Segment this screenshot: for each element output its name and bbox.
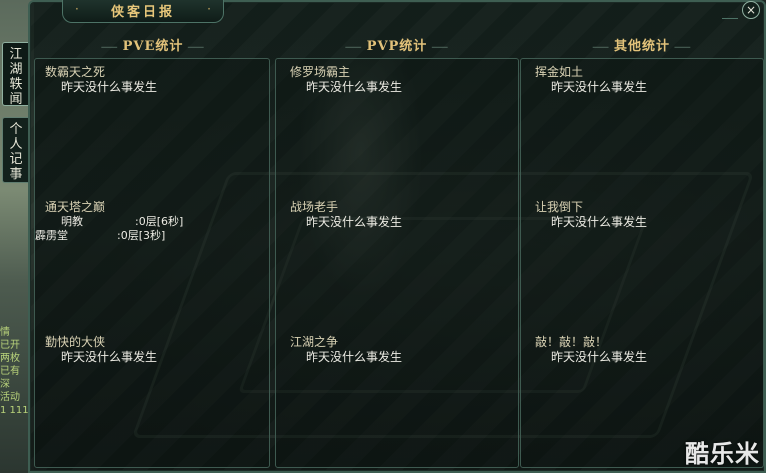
stat-value: 昨天没什么事发生 — [551, 350, 648, 364]
stat-title: 挥金如土 — [535, 65, 584, 79]
stat-title: 通天塔之巅 — [45, 200, 106, 214]
title-plate: · 侠客日报 · — [62, 0, 224, 23]
pve-stats-header-label: PVE统计 — [122, 39, 184, 54]
close-ornament — [722, 4, 738, 19]
tab-personal-notes-label: 个人记事 — [9, 122, 23, 182]
stat-value: 昨天没什么事发生 — [306, 215, 403, 229]
stat-value: 昨天没什么事发生 — [61, 350, 158, 364]
site-watermark: 酷乐米 — [685, 440, 760, 468]
header-ornament-right: ⸺ — [674, 42, 692, 53]
stat-title: 勤快的大侠 — [45, 335, 106, 349]
header-ornament-right: ⸺ — [187, 42, 206, 53]
other-stats-header-label: 其他统计 — [613, 39, 670, 54]
stat-title: 修罗场霸主 — [290, 65, 351, 79]
record-label: 明教 — [61, 215, 83, 228]
tab-jianghu-news-label: 江湖轶闻 — [9, 47, 23, 107]
pvp-stats-header: ⸺ PVP统计 ⸺ — [275, 35, 519, 54]
tab-jianghu-news[interactable]: 江湖轶闻 — [2, 42, 29, 107]
game-screen: 江湖轶闻 个人记事 情 已开 两枚 已有 深 活动 1 111 · 侠客日报 ·… — [0, 0, 766, 473]
stat-value: 昨天没什么事发生 — [551, 80, 648, 94]
header-ornament-right: ⸺ — [431, 42, 450, 53]
record-value: :0层[3秒] — [117, 229, 166, 242]
stat-title: 江湖之争 — [290, 335, 339, 349]
header-ornament-left: ⸺ — [344, 42, 363, 53]
stat-title: 战场老手 — [290, 200, 339, 214]
stat-value: 昨天没什么事发生 — [306, 80, 403, 94]
stat-value: 昨天没什么事发生 — [306, 350, 403, 364]
pvp-stats-panel: 修罗场霸主 昨天没什么事发生 战场老手 昨天没什么事发生 江湖之争 昨天没什么事… — [275, 58, 519, 468]
stat-title: 让我倒下 — [535, 200, 584, 214]
close-button[interactable]: × — [742, 1, 760, 19]
pve-stats-header: ⸺ PVE统计 ⸺ — [36, 35, 270, 54]
tower-record-row: 霹雳堂 :0层[3秒] — [35, 229, 235, 242]
window-title: 侠客日报 — [110, 5, 175, 20]
tower-record-row: 明教 :0层[6秒] — [61, 215, 261, 228]
header-ornament-left: ⸺ — [592, 42, 610, 53]
daily-report-window: · 侠客日报 · × ⸺ PVE统计 ⸺ ⸺ PVP统计 ⸺ ⸺ 其他统计 ⸺ 数霸天之死 … — [28, 0, 766, 473]
stat-value: 昨天没什么事发生 — [61, 80, 158, 94]
stat-value: 昨天没什么事发生 — [551, 215, 648, 229]
stat-title: 数霸天之死 — [45, 65, 106, 79]
pve-stats-panel: 数霸天之死 昨天没什么事发生 通天塔之巅 明教 :0层[6秒] 霹雳堂 :0层[… — [34, 58, 270, 468]
stat-title: 敲！敲！敲！ — [535, 335, 608, 349]
title-ornament-right: · — [207, 2, 211, 16]
pvp-stats-header-label: PVP统计 — [366, 39, 428, 54]
record-label: 霹雳堂 — [35, 229, 68, 242]
record-value: :0层[6秒] — [135, 215, 184, 228]
other-stats-panel: 挥金如土 昨天没什么事发生 让我倒下 昨天没什么事发生 敲！敲！敲！ 昨天没什么… — [520, 58, 764, 468]
header-ornament-left: ⸺ — [100, 42, 119, 53]
tab-personal-notes[interactable]: 个人记事 — [2, 117, 29, 183]
other-stats-header: ⸺ 其他统计 ⸺ — [520, 35, 764, 54]
